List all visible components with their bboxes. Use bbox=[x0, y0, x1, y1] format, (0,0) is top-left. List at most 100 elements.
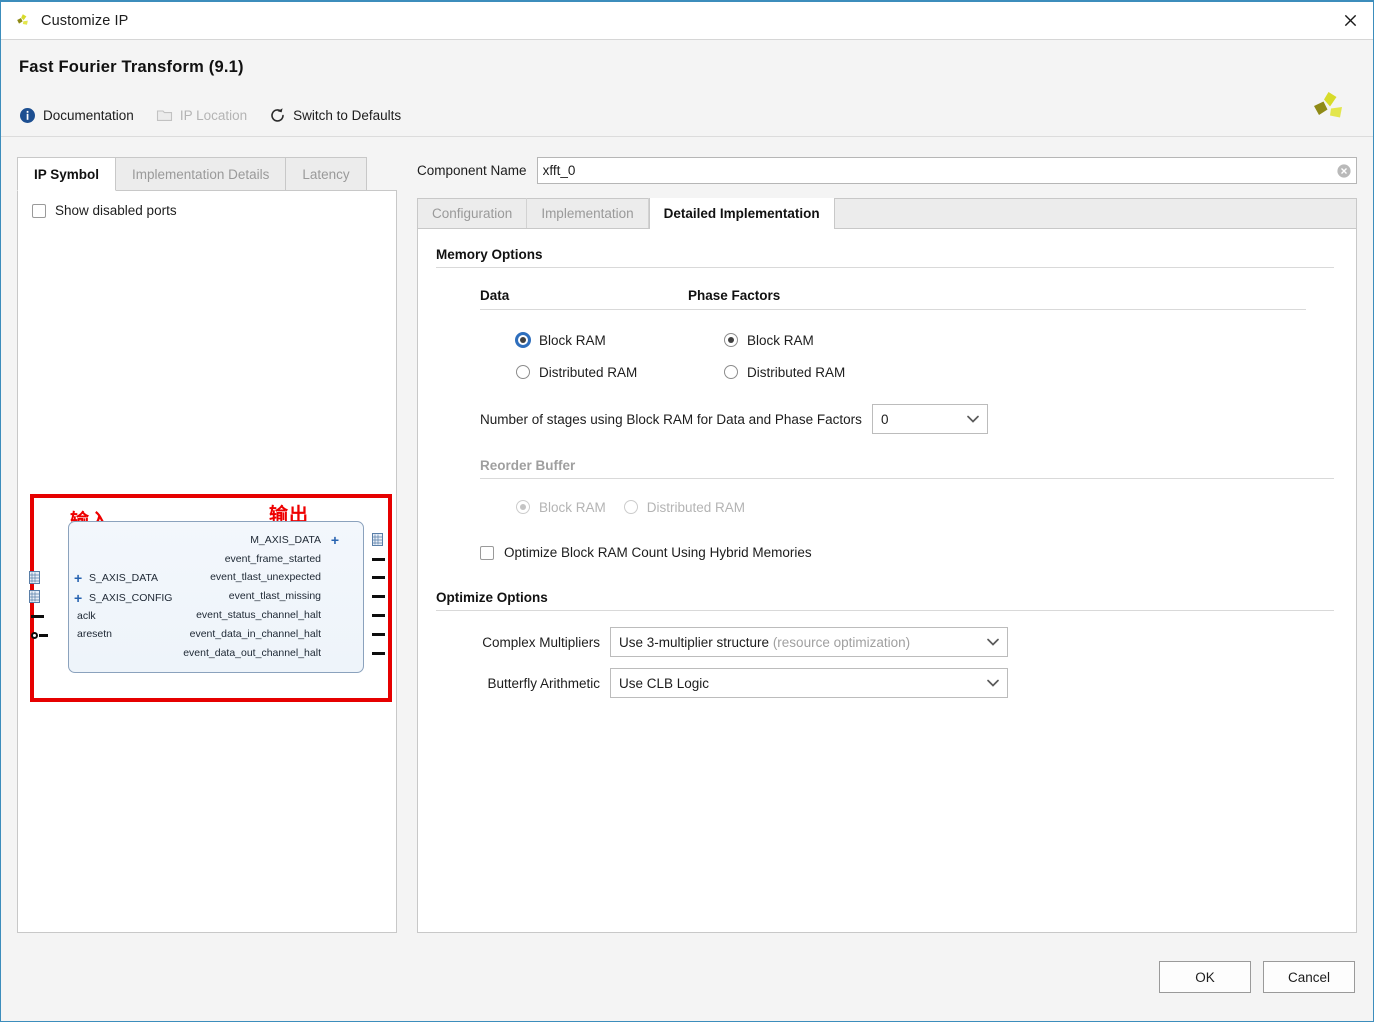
tab-configuration-label: Configuration bbox=[432, 205, 513, 221]
switch-to-defaults-button[interactable]: Switch to Defaults bbox=[269, 107, 401, 124]
port-label-m-axis-data: M_AXIS_DATA bbox=[250, 534, 321, 546]
complex-multipliers-value-wrap: Use 3-multiplier structure (resource opt… bbox=[619, 635, 910, 650]
radio-phase-distributed-ram-label: Distributed RAM bbox=[747, 364, 846, 380]
folder-icon bbox=[156, 107, 173, 124]
pin-aresetn-inverted bbox=[31, 632, 38, 639]
radio-phase-block-ram-label: Block RAM bbox=[747, 332, 814, 348]
info-icon bbox=[19, 107, 36, 124]
data-memory-column: Data Block RAM Distributed RAM bbox=[480, 288, 688, 388]
radio-phase-block-ram[interactable]: Block RAM bbox=[688, 324, 1306, 356]
tab-implementation-label: Implementation bbox=[541, 205, 634, 221]
bus-connector-icon bbox=[372, 533, 383, 546]
port-label-event-frame-started: event_frame_started bbox=[224, 553, 321, 565]
radio-data-distributed-ram-label: Distributed RAM bbox=[539, 364, 638, 380]
xilinx-logo-icon bbox=[13, 11, 33, 31]
switch-to-defaults-label: Switch to Defaults bbox=[293, 108, 402, 123]
butterfly-arithmetic-select[interactable]: Use CLB Logic bbox=[610, 668, 1008, 698]
expand-bus-icon[interactable]: + bbox=[74, 591, 82, 605]
dialog-header: Fast Fourier Transform (9.1) Documentati… bbox=[1, 40, 1373, 137]
pin-aresetn-lead bbox=[39, 634, 48, 637]
stages-row: Number of stages using Block RAM for Dat… bbox=[436, 404, 1334, 434]
port-label-event-tlast-unexpected: event_tlast_unexpected bbox=[210, 571, 321, 583]
memory-options-title: Memory Options bbox=[436, 247, 543, 262]
stages-select[interactable]: 0 bbox=[871, 404, 988, 434]
complex-multipliers-select[interactable]: Use 3-multiplier structure (resource opt… bbox=[610, 627, 1008, 657]
documentation-label: Documentation bbox=[43, 108, 134, 123]
pin-event-data-in-channel-halt bbox=[372, 633, 385, 636]
butterfly-arithmetic-value: Use CLB Logic bbox=[619, 675, 710, 691]
customize-ip-dialog: Customize IP Fast Fourier Transform (9.1… bbox=[0, 0, 1374, 1022]
radio-data-block-ram[interactable]: Block RAM bbox=[480, 324, 688, 356]
pin-event-frame-started bbox=[372, 558, 385, 561]
chevron-down-icon bbox=[986, 676, 1000, 691]
ok-button[interactable]: OK bbox=[1159, 961, 1251, 993]
butterfly-arithmetic-label: Butterfly Arithmetic bbox=[487, 675, 600, 691]
xilinx-logo-icon bbox=[1307, 88, 1351, 128]
tab-implementation-details[interactable]: Implementation Details bbox=[115, 157, 287, 190]
optimize-options-title: Optimize Options bbox=[436, 590, 548, 605]
refresh-icon bbox=[269, 107, 286, 124]
pin-event-tlast-missing bbox=[372, 595, 385, 598]
complex-multipliers-label: Complex Multipliers bbox=[482, 634, 600, 650]
data-column-title: Data bbox=[480, 288, 510, 303]
port-label-event-data-in-channel-halt: event_data_in_channel_halt bbox=[189, 628, 321, 640]
ip-location-label: IP Location bbox=[179, 108, 248, 123]
bus-connector-icon bbox=[29, 590, 40, 603]
expand-bus-icon[interactable]: + bbox=[331, 533, 339, 547]
pin-event-tlast-unexpected bbox=[372, 576, 385, 579]
radio-reorder-distributed-ram: Distributed RAM bbox=[623, 491, 745, 523]
pin-event-status-channel-halt bbox=[372, 614, 385, 617]
tab-configuration[interactable]: Configuration bbox=[418, 198, 528, 228]
phase-factors-column: Phase Factors Block RAM Distributed RAM bbox=[688, 288, 1306, 388]
tab-implementation-details-label: Implementation Details bbox=[132, 166, 270, 182]
port-label-aresetn: aresetn bbox=[77, 628, 113, 640]
component-name-field[interactable] bbox=[536, 157, 1357, 184]
butterfly-arithmetic-row: Butterfly Arithmetic Use CLB Logic bbox=[480, 668, 1334, 698]
port-label-event-tlast-missing: event_tlast_missing bbox=[228, 590, 321, 602]
tab-detailed-implementation[interactable]: Detailed Implementation bbox=[648, 198, 835, 229]
optimize-bram-checkbox[interactable]: Optimize Block RAM Count Using Hybrid Me… bbox=[436, 545, 1334, 560]
optimize-bram-label: Optimize Block RAM Count Using Hybrid Me… bbox=[504, 545, 812, 560]
data-column-divider bbox=[480, 309, 688, 310]
port-label-aclk: aclk bbox=[77, 610, 96, 622]
radio-reorder-block-ram-label: Block RAM bbox=[539, 499, 606, 515]
cancel-button[interactable]: Cancel bbox=[1263, 961, 1355, 993]
component-name-input[interactable] bbox=[542, 158, 1336, 183]
radio-reorder-block-ram: Block RAM bbox=[516, 491, 606, 523]
ip-symbol-highlight-box: 输入 输出 bbox=[29, 494, 392, 702]
chevron-down-icon bbox=[966, 412, 980, 427]
radio-data-distributed-ram[interactable]: Distributed RAM bbox=[480, 356, 688, 388]
memory-options-divider bbox=[436, 267, 1334, 268]
show-disabled-ports-label: Show disabled ports bbox=[55, 203, 177, 218]
stages-select-value: 0 bbox=[880, 411, 889, 427]
checkbox-box bbox=[32, 203, 46, 218]
ip-location-button[interactable]: IP Location bbox=[156, 107, 247, 124]
radio-indicator bbox=[724, 333, 738, 347]
reorder-buffer-divider bbox=[480, 478, 1334, 479]
ip-symbol-block: + S_AXIS_DATA + S_AXIS_CONFIG aclk arese… bbox=[29, 521, 385, 673]
phase-factors-column-divider bbox=[688, 309, 1306, 310]
left-tabstrip: IP Symbol Implementation Details Latency bbox=[17, 157, 397, 191]
header-toolbar: Documentation IP Location Switch to Defa… bbox=[19, 107, 1357, 124]
radio-indicator bbox=[623, 500, 638, 514]
close-icon[interactable] bbox=[1327, 2, 1373, 39]
show-disabled-ports-checkbox[interactable]: Show disabled ports bbox=[18, 191, 396, 218]
complex-multipliers-value: Use 3-multiplier structure bbox=[619, 634, 770, 650]
memory-options-columns: Data Block RAM Distributed RAM Phase Fac… bbox=[436, 288, 1334, 388]
complex-multipliers-row: Complex Multipliers Use 3-multiplier str… bbox=[480, 627, 1334, 657]
configuration-panel: Component Name Configuration Im bbox=[417, 157, 1357, 933]
port-label-s-axis-data: S_AXIS_DATA bbox=[89, 572, 159, 584]
documentation-button[interactable]: Documentation bbox=[19, 107, 134, 124]
expand-bus-icon[interactable]: + bbox=[74, 571, 82, 585]
radio-phase-distributed-ram[interactable]: Distributed RAM bbox=[688, 356, 1306, 388]
chevron-down-icon bbox=[986, 635, 1000, 650]
checkbox-box bbox=[480, 545, 494, 560]
pin-aclk bbox=[31, 615, 44, 618]
clear-circle-icon[interactable] bbox=[1336, 163, 1352, 179]
tab-ip-symbol[interactable]: IP Symbol bbox=[17, 157, 117, 191]
dialog-footer: OK Cancel bbox=[1, 933, 1373, 1021]
tab-latency[interactable]: Latency bbox=[285, 157, 367, 190]
tab-implementation[interactable]: Implementation bbox=[527, 198, 649, 228]
tab-ip-symbol-label: IP Symbol bbox=[34, 166, 100, 182]
component-name-label: Component Name bbox=[417, 163, 527, 178]
